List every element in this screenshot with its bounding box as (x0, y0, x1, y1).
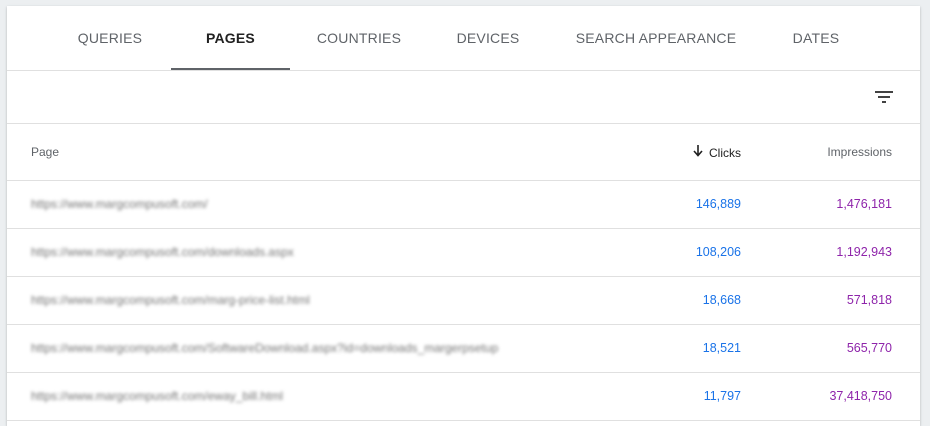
table-row[interactable]: https://www.margcompusoft.com/downloads.… (7, 229, 920, 277)
page-url[interactable]: https://www.margcompusoft.com/eway_bill.… (31, 389, 283, 403)
table-row[interactable]: https://www.margcompusoft.com/eway_bill.… (7, 373, 920, 421)
filter-list-icon (875, 91, 893, 103)
tab-label: COUNTRIES (316, 30, 402, 46)
clicks-value: 108,206 (695, 245, 741, 259)
impressions-value: 571,818 (846, 293, 892, 307)
page-url[interactable]: https://www.margcompusoft.com/marg-price… (31, 293, 310, 307)
tab-pages[interactable]: PAGES (171, 6, 290, 70)
column-header-clicks[interactable]: Clicks (693, 145, 741, 160)
clicks-value: 18,668 (702, 293, 741, 307)
table-row[interactable]: https://www.margcompusoft.com/marg-price… (7, 277, 920, 325)
filter-button[interactable] (872, 85, 896, 109)
impressions-value: 1,192,943 (836, 245, 892, 259)
tab-queries[interactable]: QUERIES (63, 6, 157, 70)
tab-label: DATES (792, 30, 840, 46)
table-toolbar (7, 71, 920, 124)
table-row[interactable]: https://www.margcompusoft.com/ 146,889 1… (7, 181, 920, 229)
tab-dates[interactable]: DATES (779, 6, 853, 70)
arrow-down-icon (693, 145, 703, 157)
clicks-value: 18,521 (702, 341, 741, 355)
tab-devices[interactable]: DEVICES (443, 6, 533, 70)
page-url[interactable]: https://www.margcompusoft.com/ (31, 197, 208, 211)
tab-label: SEARCH APPEARANCE (575, 30, 737, 46)
tab-label: PAGES (206, 30, 255, 46)
clicks-value: 11,797 (703, 389, 741, 403)
tab-search-appearance[interactable]: SEARCH APPEARANCE (567, 6, 745, 70)
tab-countries[interactable]: COUNTRIES (307, 6, 411, 70)
tab-label: QUERIES (77, 30, 143, 46)
impressions-value: 565,770 (846, 341, 892, 355)
table-header: Page Clicks Impressions (7, 124, 920, 181)
page-url[interactable]: https://www.margcompusoft.com/downloads.… (31, 245, 294, 259)
clicks-value: 146,889 (695, 197, 741, 211)
performance-card: QUERIES PAGES COUNTRIES DEVICES SEARCH A… (7, 6, 920, 426)
page-url[interactable]: https://www.margcompusoft.com/SoftwareDo… (31, 341, 498, 355)
impressions-value: 1,476,181 (836, 197, 892, 211)
column-header-page[interactable]: Page (31, 145, 59, 159)
tab-label: DEVICES (456, 30, 520, 46)
table-row[interactable]: https://www.margcompusoft.com/SoftwareDo… (7, 325, 920, 373)
active-tab-indicator (171, 68, 290, 70)
column-header-clicks-label: Clicks (709, 146, 741, 160)
tab-bar: QUERIES PAGES COUNTRIES DEVICES SEARCH A… (7, 6, 920, 71)
impressions-value: 37,418,750 (829, 389, 892, 403)
column-header-impressions[interactable]: Impressions (827, 145, 892, 159)
